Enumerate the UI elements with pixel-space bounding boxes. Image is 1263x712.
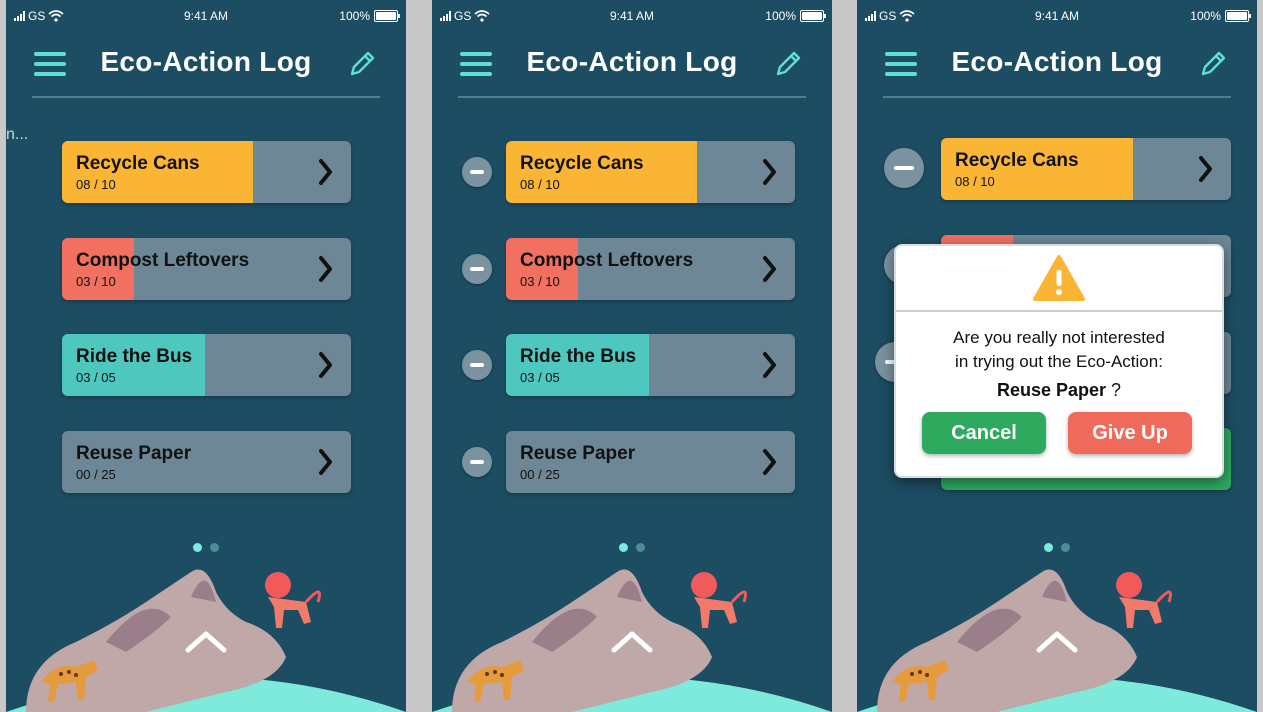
hamburger-icon[interactable] (34, 52, 66, 76)
page-title: Eco-Action Log (951, 46, 1163, 77)
lion-icon (265, 572, 321, 628)
battery-icon (374, 10, 400, 22)
screen-divider (406, 0, 432, 712)
screen-divider (832, 0, 857, 712)
cancel-button[interactable]: Cancel (922, 412, 1046, 454)
action-count: 00 / 25 (76, 467, 116, 482)
action-card[interactable]: Ride the Bus 03 / 05 (62, 334, 351, 396)
page-dot-active[interactable] (193, 543, 202, 552)
give-up-button[interactable]: Give Up (1068, 412, 1192, 454)
pencil-icon[interactable] (346, 48, 378, 80)
action-name: Ride the Bus (76, 346, 193, 367)
action-card[interactable]: Ride the Bus 03 / 05 (506, 334, 795, 396)
chevron-right-icon[interactable] (301, 334, 351, 396)
action-name: Compost Leftovers (520, 250, 694, 271)
savanna-illustration (432, 569, 832, 712)
action-name: Recycle Cans (520, 153, 644, 174)
action-card[interactable]: Reuse Paper 00 / 25 (506, 431, 795, 493)
chevron-right-icon[interactable] (745, 141, 795, 203)
status-bar: GS 9:41 AM 100% (432, 0, 832, 34)
remove-action-button[interactable] (462, 254, 492, 284)
action-count: 00 / 25 (520, 467, 560, 482)
action-name: Recycle Cans (955, 150, 1079, 171)
action-card[interactable]: Recycle Cans 08 / 10 (62, 141, 351, 203)
battery-label: 100% (765, 9, 796, 23)
action-count: 03 / 05 (76, 370, 116, 385)
page-indicator[interactable] (857, 543, 1257, 552)
action-card[interactable]: Recycle Cans 08 / 10 (941, 138, 1231, 200)
remove-action-button[interactable] (462, 157, 492, 187)
app-header: Eco-Action Log (458, 42, 806, 98)
lion-icon (1116, 572, 1172, 628)
lion-icon (691, 572, 747, 628)
status-bar: GS 9:41 AM 100% (6, 0, 406, 34)
action-card[interactable]: Compost Leftovers 03 / 10 (62, 238, 351, 300)
dialog-target: Reuse Paper ? (996, 380, 1122, 400)
page-title: Eco-Action Log (526, 46, 738, 77)
chevron-right-icon[interactable] (301, 238, 351, 300)
action-count: 08 / 10 (76, 177, 116, 192)
screen-default: GS 9:41 AM 100% Eco-Action Log n... Recy… (6, 0, 406, 712)
page-title: Eco-Action Log (100, 46, 312, 77)
pencil-icon[interactable] (1197, 48, 1229, 80)
hamburger-icon[interactable] (885, 52, 917, 76)
battery-icon (1225, 10, 1251, 22)
action-count: 08 / 10 (520, 177, 560, 192)
screen-divider (1257, 0, 1263, 712)
page-indicator[interactable] (6, 543, 406, 552)
page-dot[interactable] (1061, 543, 1070, 552)
confirm-dialog: Are you really not interested in trying … (894, 244, 1224, 478)
savanna-illustration (6, 569, 406, 712)
status-bar: GS 9:41 AM 100% (857, 0, 1257, 34)
warning-icon (1033, 255, 1085, 301)
page-indicator[interactable] (432, 543, 832, 552)
savanna-illustration (857, 569, 1257, 712)
action-name: Reuse Paper (76, 443, 192, 464)
action-card[interactable]: Recycle Cans 08 / 10 (506, 141, 795, 203)
chevron-right-icon[interactable] (1181, 138, 1231, 200)
remove-action-button[interactable] (462, 447, 492, 477)
chevron-right-icon[interactable] (745, 238, 795, 300)
app-header: Eco-Action Log (883, 42, 1231, 98)
pencil-icon[interactable] (772, 48, 804, 80)
dialog-message: Are you really not interested in trying … (953, 328, 1165, 371)
chevron-right-icon[interactable] (745, 431, 795, 493)
action-name: Ride the Bus (520, 346, 637, 367)
page-dot-active[interactable] (619, 543, 628, 552)
action-count: 03 / 10 (76, 274, 116, 289)
action-name: Recycle Cans (76, 153, 200, 174)
action-name: Compost Leftovers (76, 250, 250, 271)
chevron-right-icon[interactable] (301, 141, 351, 203)
page-dot[interactable] (636, 543, 645, 552)
action-card[interactable]: Compost Leftovers 03 / 10 (506, 238, 795, 300)
remove-action-button[interactable] (462, 350, 492, 380)
action-count: 08 / 10 (955, 174, 995, 189)
action-card[interactable]: Reuse Paper 00 / 25 (62, 431, 351, 493)
action-name: Reuse Paper (520, 443, 636, 464)
app-header: Eco-Action Log (32, 42, 380, 98)
action-count: 03 / 10 (520, 274, 560, 289)
action-count: 03 / 05 (520, 370, 560, 385)
truncated-text: n... (6, 126, 29, 143)
screen-confirm-dialog: GS 9:41 AM 100% Eco-Action Log Recycle C… (857, 0, 1257, 712)
chevron-right-icon[interactable] (745, 334, 795, 396)
remove-action-button[interactable] (884, 148, 924, 188)
screen-edit-mode: GS 9:41 AM 100% Eco-Action Log Recycle C… (432, 0, 832, 712)
dialog-header (896, 246, 1222, 312)
chevron-right-icon[interactable] (301, 431, 351, 493)
battery-label: 100% (1190, 9, 1221, 23)
battery-label: 100% (339, 9, 370, 23)
hamburger-icon[interactable] (460, 52, 492, 76)
page-dot[interactable] (210, 543, 219, 552)
battery-icon (800, 10, 826, 22)
page-dot-active[interactable] (1044, 543, 1053, 552)
